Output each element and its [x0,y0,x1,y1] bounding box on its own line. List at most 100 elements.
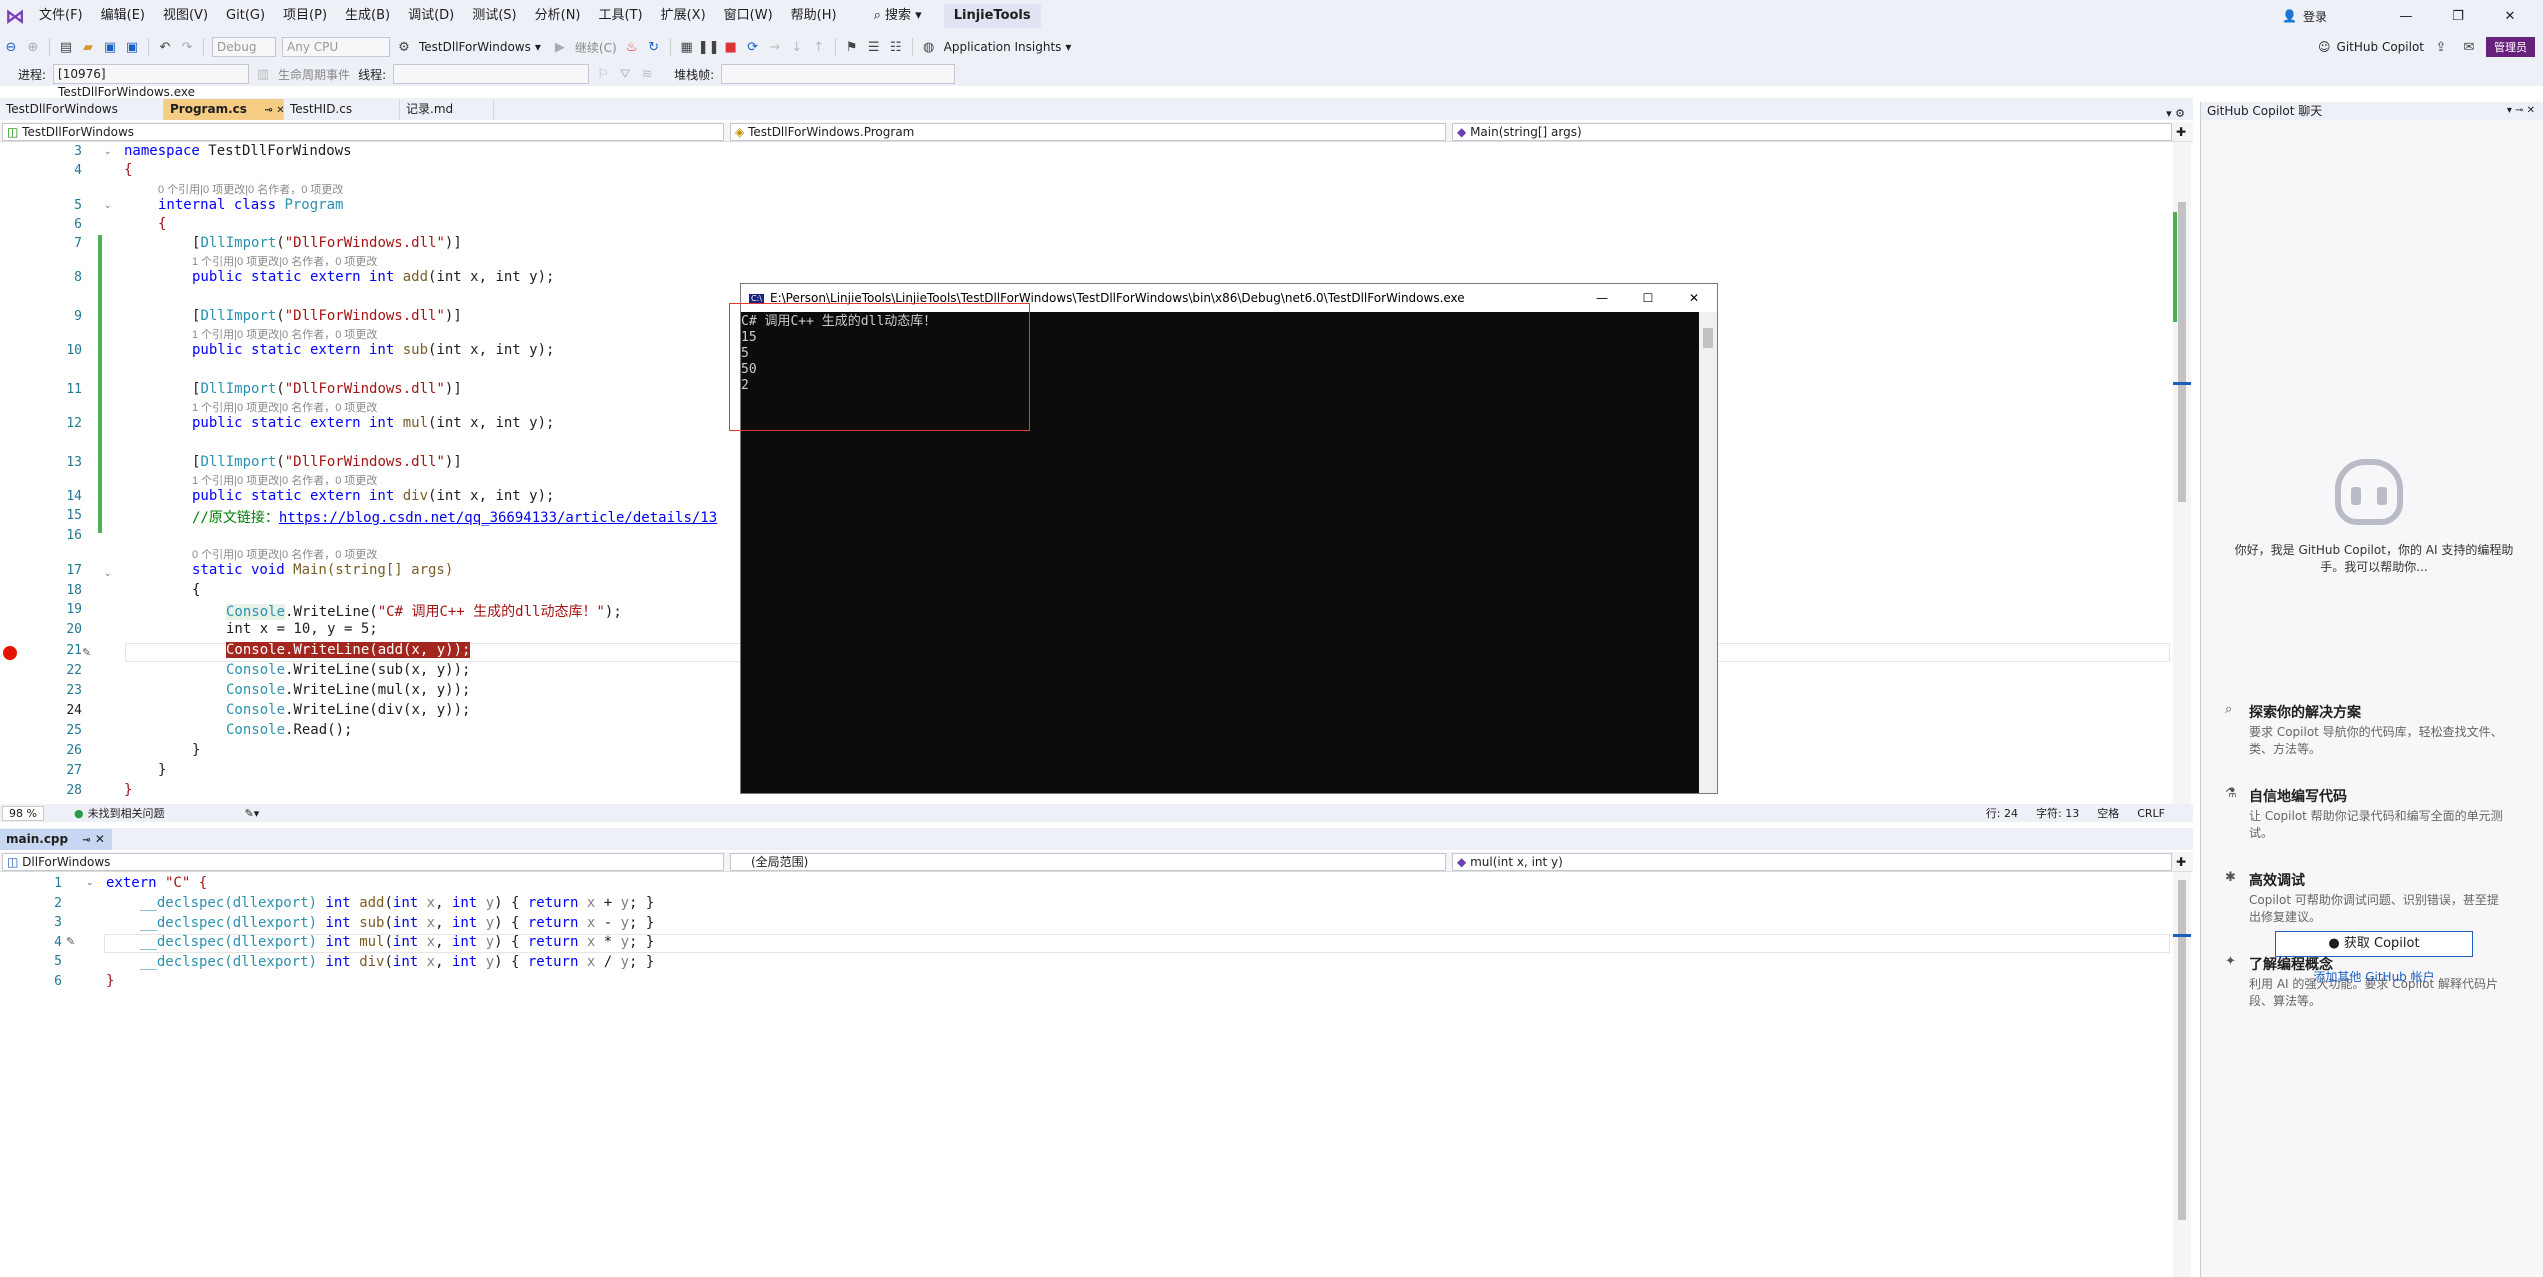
code-cleanup-icon[interactable]: ✎▾ [245,807,260,820]
redo-icon[interactable]: ↷ [176,36,198,58]
codelens-sub[interactable]: 1 个引用|0 项更改|0 名作者，0 项更改 [192,326,377,342]
comment-icon[interactable]: ☰ [863,36,885,58]
tab-2[interactable]: TestHID.cs [284,99,400,120]
fire-icon[interactable]: ♨ [621,36,643,58]
tab-3[interactable]: 记录.md [400,99,494,120]
issues-status[interactable]: 未找到相关问题 [88,805,165,821]
configuration-select[interactable]: Debug [212,37,276,57]
close-window-icon[interactable]: ✕ [2487,9,2533,24]
breakpoint-icon[interactable] [3,646,17,660]
continue-icon[interactable]: ▶ [549,36,571,58]
minimize-icon[interactable]: — [2383,9,2429,24]
step-out-icon[interactable]: ↑ [808,36,830,58]
startup-project-select[interactable]: TestDllForWindows [415,40,535,54]
split-editor-bottom-icon[interactable]: ✚ [2176,855,2186,869]
filter-icon[interactable]: ⛛ [614,63,636,85]
bottom-vertical-scrollbar[interactable] [2173,872,2191,1277]
application-insights-button[interactable]: Application Insights [940,40,1066,54]
login-link[interactable]: 登录 [2303,8,2327,25]
run-settings-icon[interactable]: ⚙ [393,36,415,58]
thread-options-icon[interactable]: ≋ [636,63,658,85]
comment-link[interactable]: https://blog.csdn.net/qq_36694133/articl… [279,510,717,526]
search-box[interactable]: ⌕ 搜索 ▾ [864,0,932,32]
step-over-icon[interactable]: → [764,36,786,58]
share-icon[interactable]: ⇪ [2430,36,2452,58]
close-tab-icon[interactable]: ✕ [95,832,105,846]
pause-icon[interactable]: ❚❚ [698,36,720,58]
scrollbar-thumb[interactable] [2178,202,2186,502]
codelens-mul[interactable]: 1 个引用|0 项更改|0 名作者，0 项更改 [192,399,377,415]
top-vertical-scrollbar[interactable] [2173,142,2191,804]
close-tab-icon[interactable]: ⊸ ✕ [261,105,284,116]
console-scroll-thumb[interactable] [1703,328,1713,348]
menu-item[interactable]: 生成(B) [336,0,399,32]
new-project-icon[interactable]: ▤ [55,36,77,58]
flag-icon[interactable]: ⚐ [592,63,614,85]
cpp-project-select[interactable]: ◫ DllForWindows [2,852,724,871]
project-scope-select[interactable]: ◫ TestDllForWindows [2,122,724,141]
add-account-link[interactable]: 添加其他 GitHub 帐户 [2275,968,2473,985]
restore-icon[interactable]: ❐ [2435,9,2481,24]
save-all-icon[interactable]: ▣ [121,36,143,58]
tab-0[interactable]: TestDllForWindows [0,99,164,120]
fold-namespace-icon[interactable]: ⌄ [104,147,112,157]
github-copilot-button[interactable]: GitHub Copilot [2337,40,2424,54]
menu-item[interactable]: 窗口(W) [715,0,782,32]
platform-select[interactable]: Any CPU [282,37,390,57]
continue-button[interactable]: 继续(C) [571,39,621,56]
uncomment-icon[interactable]: ☷ [885,36,907,58]
console-scrollbar[interactable] [1699,312,1717,793]
codelens-add[interactable]: 1 个引用|0 项更改|0 名作者，0 项更改 [192,253,377,269]
undo-icon[interactable]: ↶ [154,36,176,58]
insights-icon[interactable]: ◍ [918,36,940,58]
fold-class-icon[interactable]: ⌄ [104,201,112,211]
menu-item[interactable]: 视图(V) [154,0,217,32]
copilot-panel-controls-icon[interactable]: ▾ ⊸ ✕ [2507,102,2535,120]
back-icon[interactable]: ⊖ [0,36,22,58]
bottom-scrollbar-thumb[interactable] [2178,880,2186,1220]
codelens-div[interactable]: 1 个引用|0 项更改|0 名作者，0 项更改 [192,472,377,488]
menu-item[interactable]: 文件(F) [30,0,92,32]
menu-item[interactable]: 帮助(H) [782,0,846,32]
bottom-code-editor[interactable]: 1 2 3 4 5 6 ⌄ ✎ extern "C" { __declspec(dllex… [0,872,2193,1277]
menu-item[interactable]: 分析(N) [526,0,590,32]
lifecycle-icon[interactable]: ▥ [252,63,274,85]
codelens-main[interactable]: 0 个引用|0 项更改|0 名作者，0 项更改 [192,546,377,562]
console-close-icon[interactable]: ✕ [1671,291,1717,305]
cpp-member-select[interactable]: ◆ mul(int x, int y) [1452,852,2172,871]
menu-item[interactable]: 编辑(E) [92,0,154,32]
bookmark-icon[interactable]: ⚑ [841,36,863,58]
open-folder-icon[interactable]: ▰ [77,36,99,58]
restart-icon[interactable]: ⟳ [742,36,764,58]
tab-main-cpp[interactable]: main.cpp ⊸ ✕ [0,829,112,850]
indent-indicator[interactable]: 空格 [2097,805,2119,821]
console-maximize-icon[interactable]: ☐ [1625,291,1671,305]
tab-overflow-icon[interactable]: ▾ ⚙ [2166,107,2193,120]
line-ending-indicator[interactable]: CRLF [2137,807,2165,820]
pin-icon[interactable]: ⊸ [82,835,90,846]
process-select[interactable]: [10976] TestDllForWindows.exe [53,64,250,99]
split-editor-icon[interactable]: ✚ [2176,125,2186,139]
fold-extern-icon[interactable]: ⌄ [86,878,94,888]
forward-icon[interactable]: ⊕ [22,36,44,58]
lifecycle-events-button[interactable]: 生命周期事件 [274,66,354,83]
copilot-icon[interactable]: ☺ [2318,40,2331,54]
fold-method-icon[interactable]: ⌄ [104,569,112,579]
save-icon[interactable]: ▣ [99,36,121,58]
tab-1[interactable]: Program.cs ⊸ ✕ [164,99,285,120]
menu-item[interactable]: Git(G) [217,0,274,32]
menu-item[interactable]: 项目(P) [274,0,336,32]
diagnostics-icon[interactable]: ▦ [676,36,698,58]
stack-frame-select[interactable] [721,64,956,84]
menu-item[interactable]: 扩展(X) [652,0,715,32]
stop-icon[interactable]: ■ [720,36,742,58]
member-select[interactable]: ◆ Main(string[] args) [1452,122,2172,141]
cpp-scope-select[interactable]: (全局范围) [730,852,1446,871]
menu-item[interactable]: 工具(T) [590,0,652,32]
get-copilot-button[interactable]: ● 获取 Copilot [2275,931,2473,957]
menu-item[interactable]: 测试(S) [463,0,525,32]
account-icon[interactable]: 👤 [2282,9,2297,23]
zoom-select[interactable]: 98 % [2,805,44,821]
step-into-icon[interactable]: ↓ [786,36,808,58]
feedback-icon[interactable]: ✉ [2458,36,2480,58]
